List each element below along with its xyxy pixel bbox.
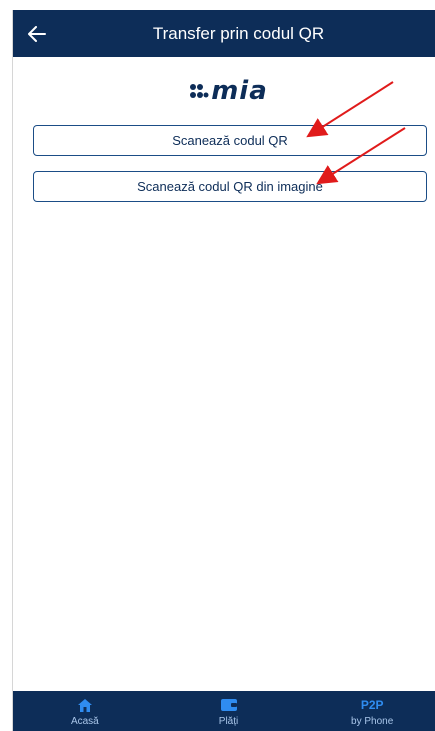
bottom-navigation: Acasă Plăți P2P by Phone: [13, 691, 435, 731]
top-app-bar: Transfer prin codul QR: [13, 10, 435, 57]
scan-qr-button[interactable]: Scanează codul QR: [33, 125, 427, 156]
nav-label-payments: Plăți: [218, 716, 239, 727]
logo-text: mia: [211, 76, 268, 106]
page-title: Transfer prin codul QR: [152, 24, 325, 43]
nav-item-payments[interactable]: Plăți: [157, 691, 301, 731]
app-frame: Transfer prin codul QR mia Scanează codu…: [0, 0, 435, 731]
nav-label-p2p: by Phone: [351, 716, 394, 727]
mia-logo: mia: [13, 76, 435, 106]
phone-screen: Transfer prin codul QR mia Scanează codu…: [12, 10, 435, 731]
mia-dots-logo: [189, 83, 209, 99]
nav-label-home: Acasă: [70, 716, 99, 727]
home-icon: [77, 698, 92, 712]
nav-item-p2p[interactable]: P2P by Phone: [300, 691, 435, 731]
nav-item-home[interactable]: Acasă: [13, 691, 157, 731]
scan-qr-from-image-button[interactable]: Scanează codul QR din imagine: [33, 171, 427, 202]
wallet-icon: [220, 698, 237, 712]
p2p-label: P2P: [360, 698, 384, 712]
